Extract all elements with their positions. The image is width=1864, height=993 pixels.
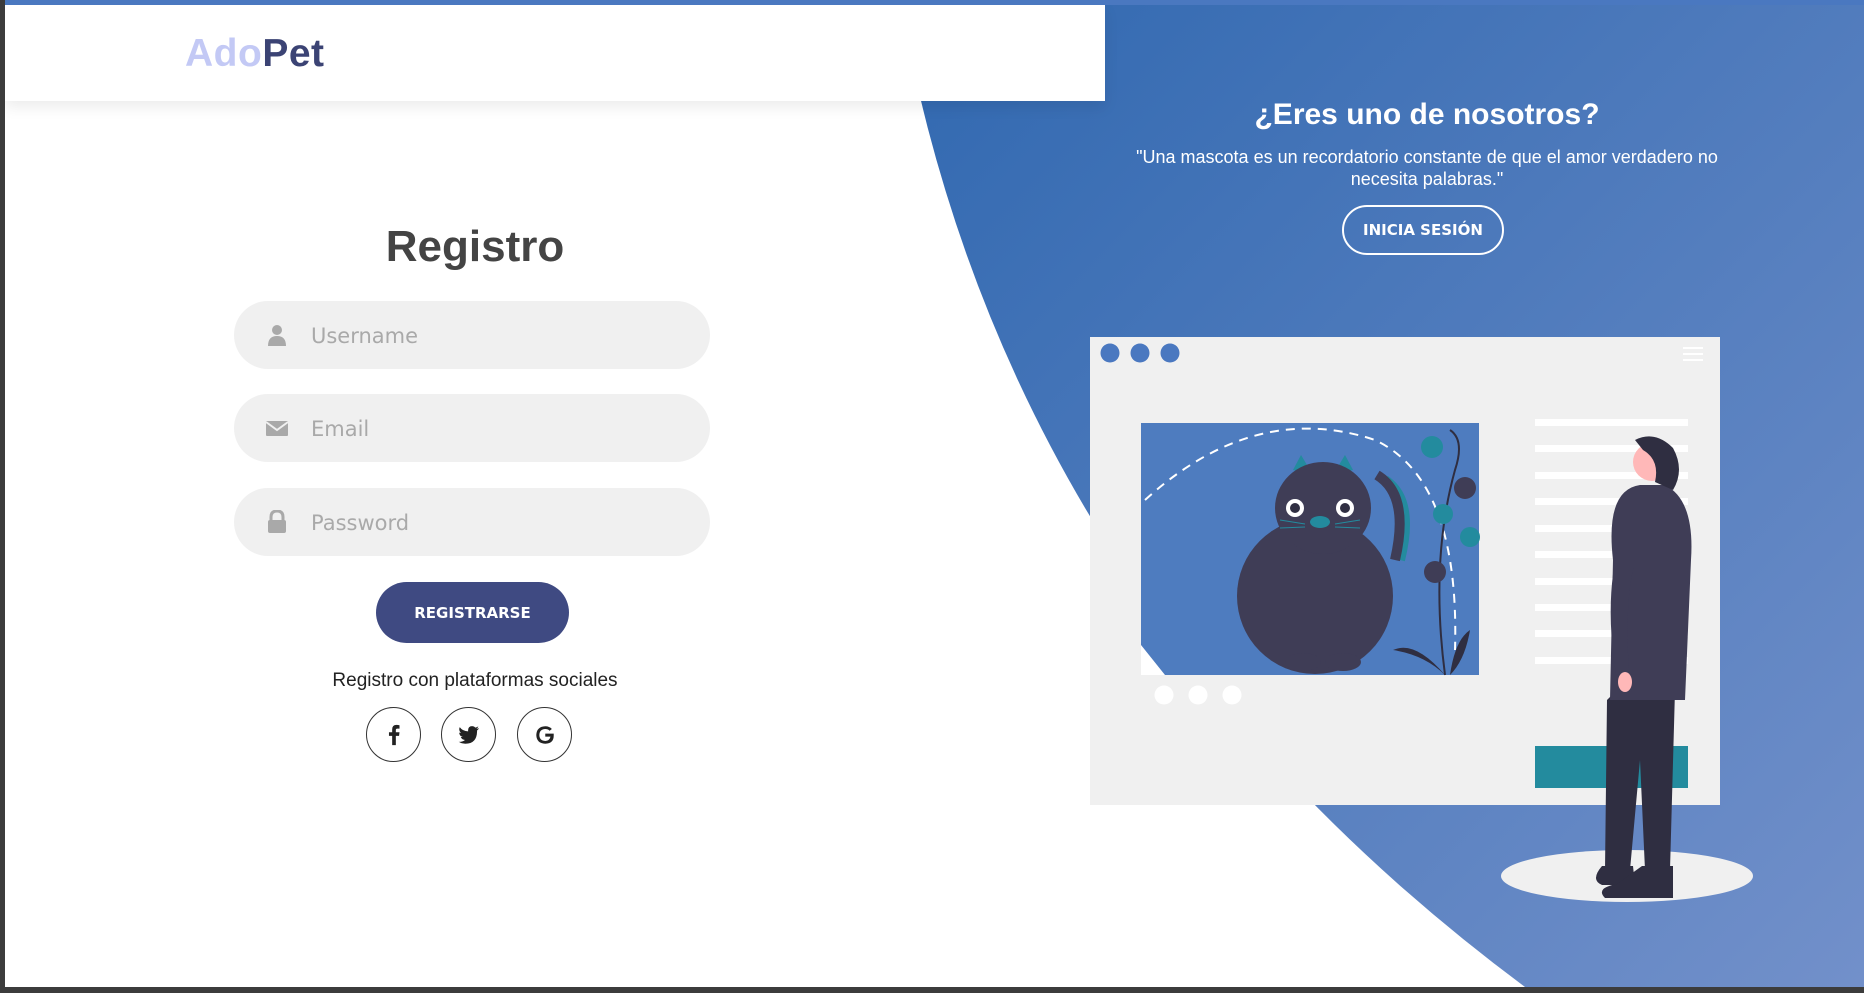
password-input[interactable] (309, 488, 693, 558)
social-signup-text: Registro con plataformas sociales (332, 670, 618, 691)
panel-quote: "Una mascota es un recordatorio constant… (1136, 147, 1718, 189)
facebook-button[interactable] (366, 707, 421, 762)
signup-title: Registro (385, 222, 565, 271)
username-field[interactable] (234, 301, 710, 371)
twitter-button[interactable] (441, 707, 496, 762)
google-icon (535, 725, 554, 744)
facebook-icon (388, 724, 399, 745)
login-button[interactable]: INICIA SESIÓN (1342, 205, 1504, 255)
lock-icon (268, 510, 286, 533)
window-dot (1160, 343, 1180, 363)
window-dot (1130, 343, 1150, 363)
email-field[interactable] (234, 394, 710, 464)
window-dot (1100, 343, 1120, 363)
twitter-icon (458, 725, 479, 744)
app-frame: AdoPet Registro Username Email REGISTRAR… (5, 0, 1864, 987)
carousel-dot (1154, 685, 1174, 705)
carousel-dot (1222, 685, 1242, 705)
envelope-icon (265, 421, 289, 436)
register-button[interactable]: REGISTRARSE (376, 582, 569, 643)
google-button[interactable] (517, 707, 572, 762)
password-field[interactable] (234, 488, 710, 558)
panel-title: ¿Eres uno de nosotros? (1254, 98, 1600, 131)
email-input[interactable] (309, 394, 693, 464)
username-input[interactable] (309, 301, 693, 371)
user-icon (268, 325, 286, 346)
carousel-dot (1188, 685, 1208, 705)
